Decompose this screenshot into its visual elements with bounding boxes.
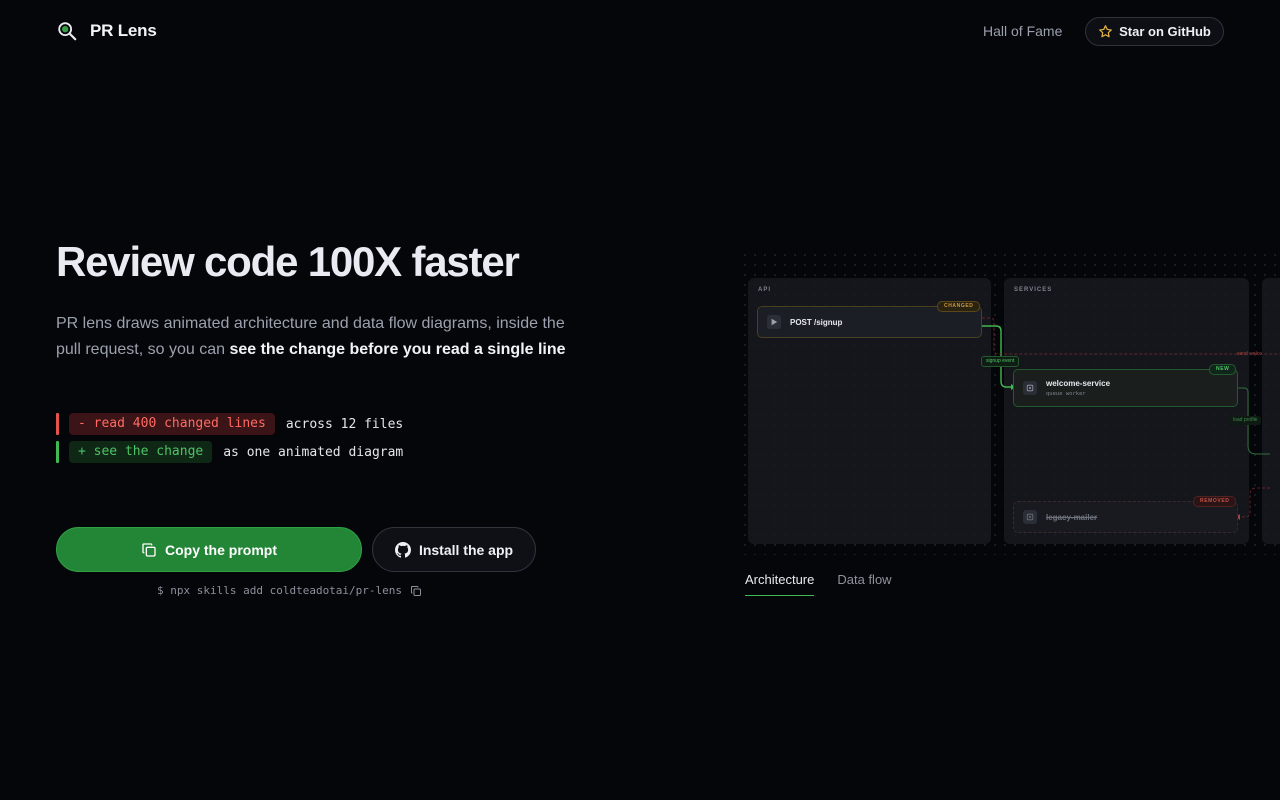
edge-label-send-welcome: send welco bbox=[1237, 351, 1263, 357]
copy-icon bbox=[142, 542, 156, 557]
diff-line-removed: - read 400 changed lines across 12 files bbox=[56, 413, 403, 435]
diff-bar-removed bbox=[56, 413, 59, 435]
hero-description: PR lens draws animated architecture and … bbox=[56, 311, 566, 363]
diff-chip-added: + see the change bbox=[69, 441, 213, 463]
tab-data-flow[interactable]: Data flow bbox=[837, 572, 891, 596]
diff-tail-removed: across 12 files bbox=[285, 416, 404, 432]
npx-command-text: $ npx skills add coldteadotai/pr-lens bbox=[157, 584, 403, 597]
badge-removed: REMOVED bbox=[1193, 496, 1237, 507]
service-box-icon bbox=[1023, 510, 1037, 524]
diagram-tabs: Architecture Data flow bbox=[745, 572, 892, 596]
hero-description-emphasis: see the change before you read a single … bbox=[229, 341, 566, 358]
hero-title: Review code 100X faster bbox=[56, 238, 520, 285]
star-on-github-button[interactable]: Star on GitHub bbox=[1085, 17, 1224, 46]
diff-chip-removed: - read 400 changed lines bbox=[69, 413, 275, 435]
landing-page: PR Lens Hall of Fame Star on GitHub Revi… bbox=[0, 0, 1280, 800]
brand-name: PR Lens bbox=[90, 21, 157, 40]
hall-of-fame-link[interactable]: Hall of Fame bbox=[983, 23, 1062, 39]
architecture-diagram: API SERVICES POST /signup CHANGED welcom… bbox=[740, 250, 1280, 555]
edge-label-signup-event: signup event bbox=[981, 356, 1020, 367]
install-app-button[interactable]: Install the app bbox=[372, 527, 536, 572]
edge-legacy bbox=[1240, 487, 1270, 518]
star-on-github-label: Star on GitHub bbox=[1119, 24, 1211, 39]
tab-architecture[interactable]: Architecture bbox=[745, 572, 815, 596]
diff-bar-added bbox=[56, 441, 59, 463]
badge-new: NEW bbox=[1209, 364, 1237, 375]
play-icon bbox=[767, 315, 781, 329]
node-welcome-service-subtitle: queue worker bbox=[1046, 391, 1086, 397]
brand-link[interactable]: PR Lens bbox=[56, 20, 157, 42]
copy-prompt-button[interactable]: Copy the prompt bbox=[56, 527, 362, 572]
diff-line-added: + see the change as one animated diagram bbox=[56, 441, 403, 463]
node-welcome-service-title: welcome-service bbox=[1046, 379, 1111, 388]
copy-command-icon[interactable] bbox=[410, 585, 422, 597]
node-welcome-service[interactable]: welcome-service queue worker bbox=[1013, 369, 1238, 407]
star-icon bbox=[1099, 25, 1113, 38]
badge-changed: CHANGED bbox=[937, 301, 981, 312]
service-box-icon bbox=[1023, 381, 1037, 395]
diff-tail-added: as one animated diagram bbox=[223, 444, 404, 460]
npx-command: $ npx skills add coldteadotai/pr-lens bbox=[157, 584, 422, 597]
node-post-signup-title: POST /signup bbox=[790, 317, 843, 327]
install-app-label: Install the app bbox=[418, 541, 514, 558]
copy-prompt-label: Copy the prompt bbox=[165, 541, 277, 558]
edge-label-load-profile: load profile bbox=[1229, 416, 1262, 425]
edge-send-welcome bbox=[982, 317, 1280, 355]
node-legacy-mailer-title: legacy-mailer bbox=[1046, 512, 1098, 522]
magnifier-logo-icon bbox=[58, 22, 77, 41]
github-icon bbox=[394, 541, 411, 558]
site-header: PR Lens Hall of Fame Star on GitHub bbox=[0, 0, 1280, 64]
